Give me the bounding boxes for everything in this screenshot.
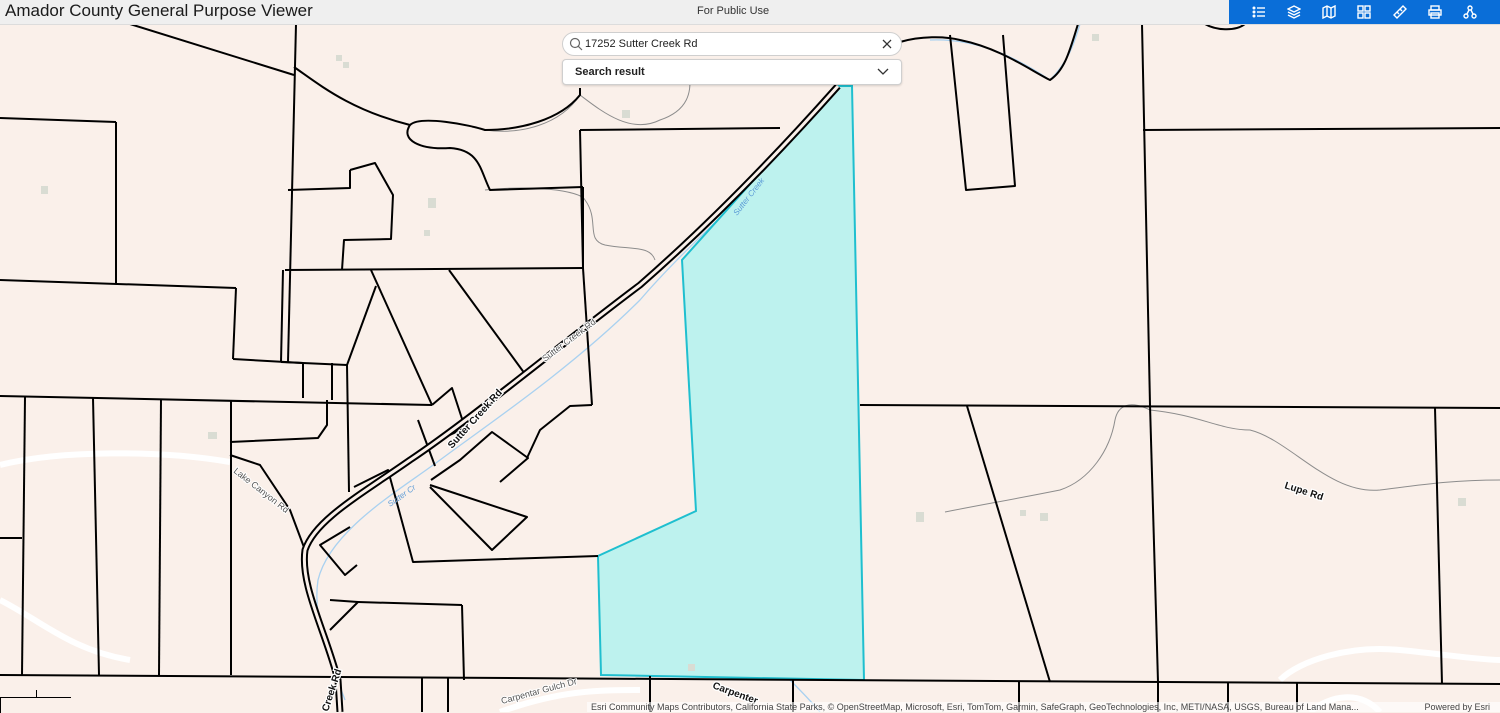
search-result-label: Search result: [575, 66, 645, 78]
search-result-dropdown[interactable]: Search result: [562, 59, 902, 85]
legend-icon[interactable]: [1249, 2, 1269, 22]
share-icon[interactable]: [1460, 2, 1480, 22]
toolbar: [1229, 0, 1500, 24]
close-icon[interactable]: [881, 38, 893, 50]
powered-by-esri[interactable]: Powered by Esri: [1424, 702, 1490, 712]
basemap-icon[interactable]: [1319, 2, 1339, 22]
measure-icon[interactable]: [1390, 2, 1410, 22]
widgets-grid-icon[interactable]: [1354, 2, 1374, 22]
search-icon: [569, 37, 583, 51]
search-bar[interactable]: [562, 32, 902, 56]
chevron-down-icon: [877, 68, 889, 75]
attribution-text[interactable]: Esri Community Maps Contributors, Califo…: [591, 702, 1359, 712]
app-title: Amador County General Purpose Viewer: [5, 1, 313, 20]
search-input[interactable]: [585, 35, 875, 53]
map-attribution: Esri Community Maps Contributors, Califo…: [587, 702, 1500, 712]
app-header: Amador County General Purpose Viewer For…: [0, 0, 1500, 25]
map-view[interactable]: Sutter Creek Rd Sutter Creek Rd Creek Rd…: [0, 24, 1500, 712]
scale-bar-tick: [36, 690, 37, 698]
layers-icon[interactable]: [1284, 2, 1304, 22]
print-icon[interactable]: [1425, 2, 1445, 22]
scale-bar: [0, 690, 71, 713]
app-subtitle: For Public Use: [697, 5, 770, 17]
